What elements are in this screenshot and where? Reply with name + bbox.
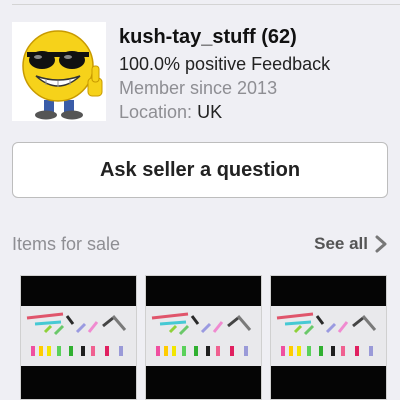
location-value: UK xyxy=(197,102,223,122)
seller-name[interactable]: kush-tay_stuff (62) xyxy=(119,26,297,49)
cool-smiley-thumbs-up-icon xyxy=(22,30,103,120)
items-for-sale-thumbnails xyxy=(0,275,400,400)
see-all-link[interactable]: See all xyxy=(314,232,388,256)
chevron-right-icon xyxy=(375,235,387,253)
seller-location: Location: UK xyxy=(119,102,222,123)
seller-card: kush-tay_stuff (62) 100.0% positive Feed… xyxy=(0,5,400,133)
ask-seller-question-button[interactable]: Ask seller a question xyxy=(12,142,388,198)
seller-member-since: Member since 2013 xyxy=(119,78,278,98)
item-thumbnail-3[interactable] xyxy=(270,275,387,400)
items-for-sale-title: Items for sale xyxy=(12,234,121,254)
see-all-label: See all xyxy=(314,234,368,253)
item-thumbnail-1[interactable] xyxy=(20,275,137,400)
seller-avatar[interactable] xyxy=(12,22,106,121)
items-for-sale-header: Items for sale See all xyxy=(12,232,388,256)
item-thumbnail-2[interactable] xyxy=(145,275,262,400)
location-label: Location: xyxy=(119,102,193,122)
seller-feedback: 100.0% positive Feedback xyxy=(119,54,331,74)
